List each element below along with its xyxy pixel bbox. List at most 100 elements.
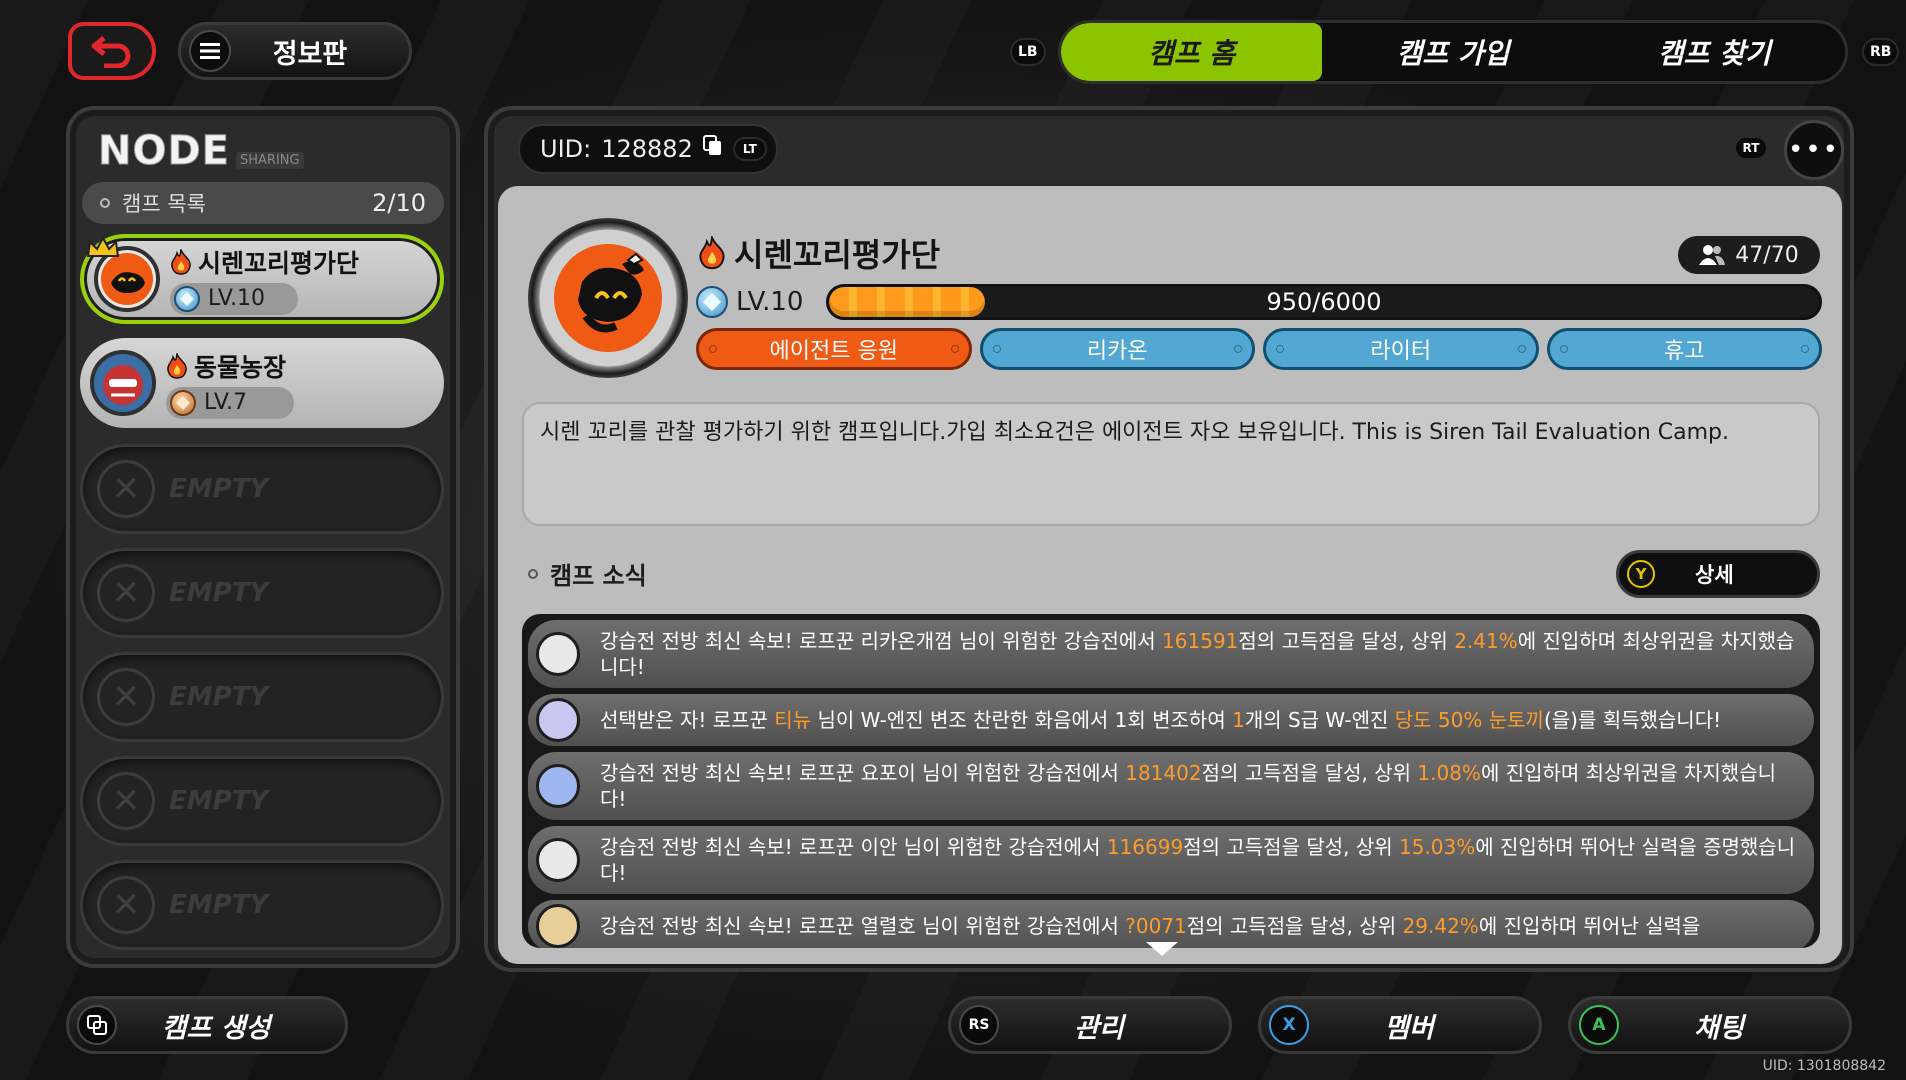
back-arrow-icon — [91, 36, 131, 68]
diamond-gem-icon — [174, 285, 200, 312]
camp-name: 시렌꼬리평가단 — [198, 248, 360, 278]
camp-info: 시렌꼬리평가단 LV.10 — [170, 244, 359, 315]
camp-detail-card: 시렌꼬리평가단 47/70 LV.10 950/6000 에이전트 응원 리카온… — [498, 186, 1842, 964]
copy-icon[interactable] — [702, 135, 723, 163]
members-icon — [1699, 245, 1726, 265]
xp-text: 950/6000 — [1266, 288, 1382, 316]
news-highlight: 1 — [1232, 708, 1245, 732]
lb-key-badge: LB — [1010, 38, 1046, 66]
news-avatar-icon — [536, 764, 580, 808]
camp-name: 동물농장 — [194, 352, 287, 382]
fire-icon — [699, 236, 725, 270]
info-board-button[interactable]: 정보판 — [178, 22, 412, 80]
tab-camp-join[interactable]: 캠프 가입 — [1322, 23, 1583, 81]
camp-title-text: 시렌꼬리평가단 — [734, 236, 941, 274]
scroll-down-arrow-icon[interactable] — [1146, 942, 1178, 956]
camp-level-pill: LV.7 — [166, 386, 294, 419]
node-logo-sub: SHARING — [236, 152, 304, 169]
news-text: 강습전 전방 최신 속보! 로프꾼 리카온개껌 님이 위험한 강습전에서 161… — [600, 628, 1798, 680]
diamond-gem-icon — [696, 286, 728, 318]
tag-agent-support: 에이전트 응원 — [696, 328, 972, 370]
camp-level: LV.7 — [204, 390, 248, 415]
empty-slot[interactable]: ✕ EMPTY — [80, 652, 444, 742]
news-highlight: ?0071 — [1125, 914, 1187, 938]
crown-icon — [86, 236, 120, 257]
more-options-button[interactable]: ••• — [1784, 120, 1844, 180]
camp-level: LV.10 — [736, 287, 804, 317]
empty-slot[interactable]: ✕ EMPTY — [80, 756, 444, 846]
news-text-part: 에 진입하며 뛰어난 실력을 — [1478, 914, 1701, 938]
camp-news-title: 캠프 소식 — [550, 562, 647, 590]
empty-x-icon: ✕ — [97, 772, 155, 830]
camp-news-header: 캠프 소식 — [528, 556, 647, 591]
rb-key-badge: RB — [1862, 38, 1900, 66]
camp-level-row: LV.10 950/6000 — [696, 282, 1822, 322]
rt-key-badge: RT — [1734, 136, 1768, 160]
news-text: 강습전 전방 최신 속보! 로프꾼 이안 님이 위험한 강습전에서 116699… — [600, 834, 1798, 886]
camp-level: LV.10 — [208, 286, 266, 311]
member-button[interactable]: X 멤버 — [1258, 996, 1542, 1054]
node-logo: NODE — [97, 128, 231, 175]
news-avatar-icon — [536, 904, 580, 948]
news-highlight: 116699 — [1106, 835, 1184, 859]
news-avatar-icon — [536, 632, 580, 676]
news-item: 강습전 전방 최신 속보! 로프꾼 열렬호 님이 위험한 강습전에서 ?0071… — [528, 900, 1814, 948]
tag-lighter: 라이터 — [1263, 328, 1539, 370]
news-detail-button[interactable]: Y 상세 — [1616, 550, 1820, 598]
news-text-part: 점의 고득점을 달성, 상위 — [1238, 629, 1455, 653]
news-text-part: (을)를 획득했습니다! — [1543, 708, 1722, 732]
camp-avatar — [90, 350, 156, 416]
news-text: 선택받은 자! 로프꾼 티뉴 님이 W-엔진 변조 찬란한 화음에서 1회 변조… — [600, 707, 1721, 733]
empty-slot[interactable]: ✕ EMPTY — [80, 860, 444, 950]
chat-button[interactable]: A 채팅 — [1568, 996, 1852, 1054]
news-avatar-icon — [536, 698, 580, 742]
fire-icon — [167, 352, 187, 379]
news-avatar-icon — [536, 838, 580, 882]
empty-slot[interactable]: ✕ EMPTY — [80, 444, 444, 534]
camp-emblem — [528, 218, 688, 378]
news-highlight: 티뉴 — [774, 708, 812, 732]
back-button[interactable] — [68, 22, 156, 80]
news-highlight: 당도 50% 눈토끼 — [1394, 708, 1544, 732]
news-text: 강습전 전방 최신 속보! 로프꾼 열렬호 님이 위험한 강습전에서 ?0071… — [600, 913, 1700, 939]
member-label: 멤버 — [1384, 1012, 1434, 1044]
camp-card-animal-farm[interactable]: 동물농장 LV.7 — [80, 338, 444, 428]
camp-news-list[interactable]: 강습전 전방 최신 속보! 로프꾼 리카온개껌 님이 위험한 강습전에서 161… — [522, 614, 1820, 948]
y-key-icon: Y — [1627, 560, 1655, 588]
tab-camp-search[interactable]: 캠프 찾기 — [1584, 23, 1845, 81]
news-highlight: 29.42% — [1402, 914, 1479, 938]
camp-list-panel: NODE SHARING 캠프 목록 2/10 시렌꼬리평가단 LV.10 동물… — [66, 106, 460, 968]
camp-card-siren[interactable]: 시렌꼬리평가단 LV.10 — [80, 234, 444, 324]
news-text-part: 강습전 전방 최신 속보! 로프꾼 이안 님이 위험한 강습전에서 — [600, 835, 1107, 859]
news-item: 강습전 전방 최신 속보! 로프꾼 리카온개껌 님이 위험한 강습전에서 161… — [528, 620, 1814, 688]
empty-label: EMPTY — [169, 474, 269, 504]
news-text-part: 강습전 전방 최신 속보! 로프꾼 요포이 님이 위험한 강습전에서 — [600, 761, 1126, 785]
manage-button[interactable]: RS 관리 — [948, 996, 1232, 1054]
news-text-part: 님이 W-엔진 변조 찬란한 화음에서 1회 변조하여 — [811, 708, 1233, 732]
x-key-icon: X — [1269, 1005, 1309, 1045]
create-camp-label: 캠프 생성 — [161, 1012, 271, 1044]
camp-level-pill: LV.10 — [170, 282, 298, 315]
news-highlight: 1.08% — [1417, 761, 1481, 785]
camp-info: 동물농장 LV.7 — [166, 348, 294, 419]
news-text: 강습전 전방 최신 속보! 로프꾼 요포이 님이 위험한 강습전에서 18140… — [600, 760, 1798, 812]
create-camp-button[interactable]: 캠프 생성 — [66, 996, 348, 1054]
fire-icon — [171, 248, 191, 275]
empty-slot[interactable]: ✕ EMPTY — [80, 548, 444, 638]
news-item: 선택받은 자! 로프꾼 티뉴 님이 W-엔진 변조 찬란한 화음에서 1회 변조… — [528, 694, 1814, 746]
tab-camp-home[interactable]: 캠프 홈 — [1061, 23, 1323, 81]
news-item: 강습전 전방 최신 속보! 로프꾼 요포이 님이 위험한 강습전에서 18140… — [528, 752, 1814, 820]
rs-key-icon: RS — [959, 1005, 999, 1045]
manage-label: 관리 — [1074, 1012, 1124, 1044]
news-text-part: 강습전 전방 최신 속보! 로프꾼 열렬호 님이 위험한 강습전에서 — [600, 914, 1126, 938]
news-item: 강습전 전방 최신 속보! 로프꾼 이안 님이 위험한 강습전에서 116699… — [528, 826, 1814, 894]
bronze-gem-icon — [170, 389, 196, 416]
footer-uid: UID: 1301808842 — [1762, 1058, 1886, 1074]
camp-emblem-icon — [101, 253, 153, 305]
camp-description: 시렌 꼬리를 관찰 평가하기 위한 캠프입니다.가입 최소요건은 에이전트 자오… — [522, 402, 1820, 526]
uid-label: UID: — [540, 135, 592, 163]
more-dots-icon: ••• — [1787, 135, 1840, 165]
tag-hugo: 휴고 — [1546, 328, 1822, 370]
empty-label: EMPTY — [169, 786, 269, 816]
camp-list-header: 캠프 목록 2/10 — [82, 182, 444, 224]
